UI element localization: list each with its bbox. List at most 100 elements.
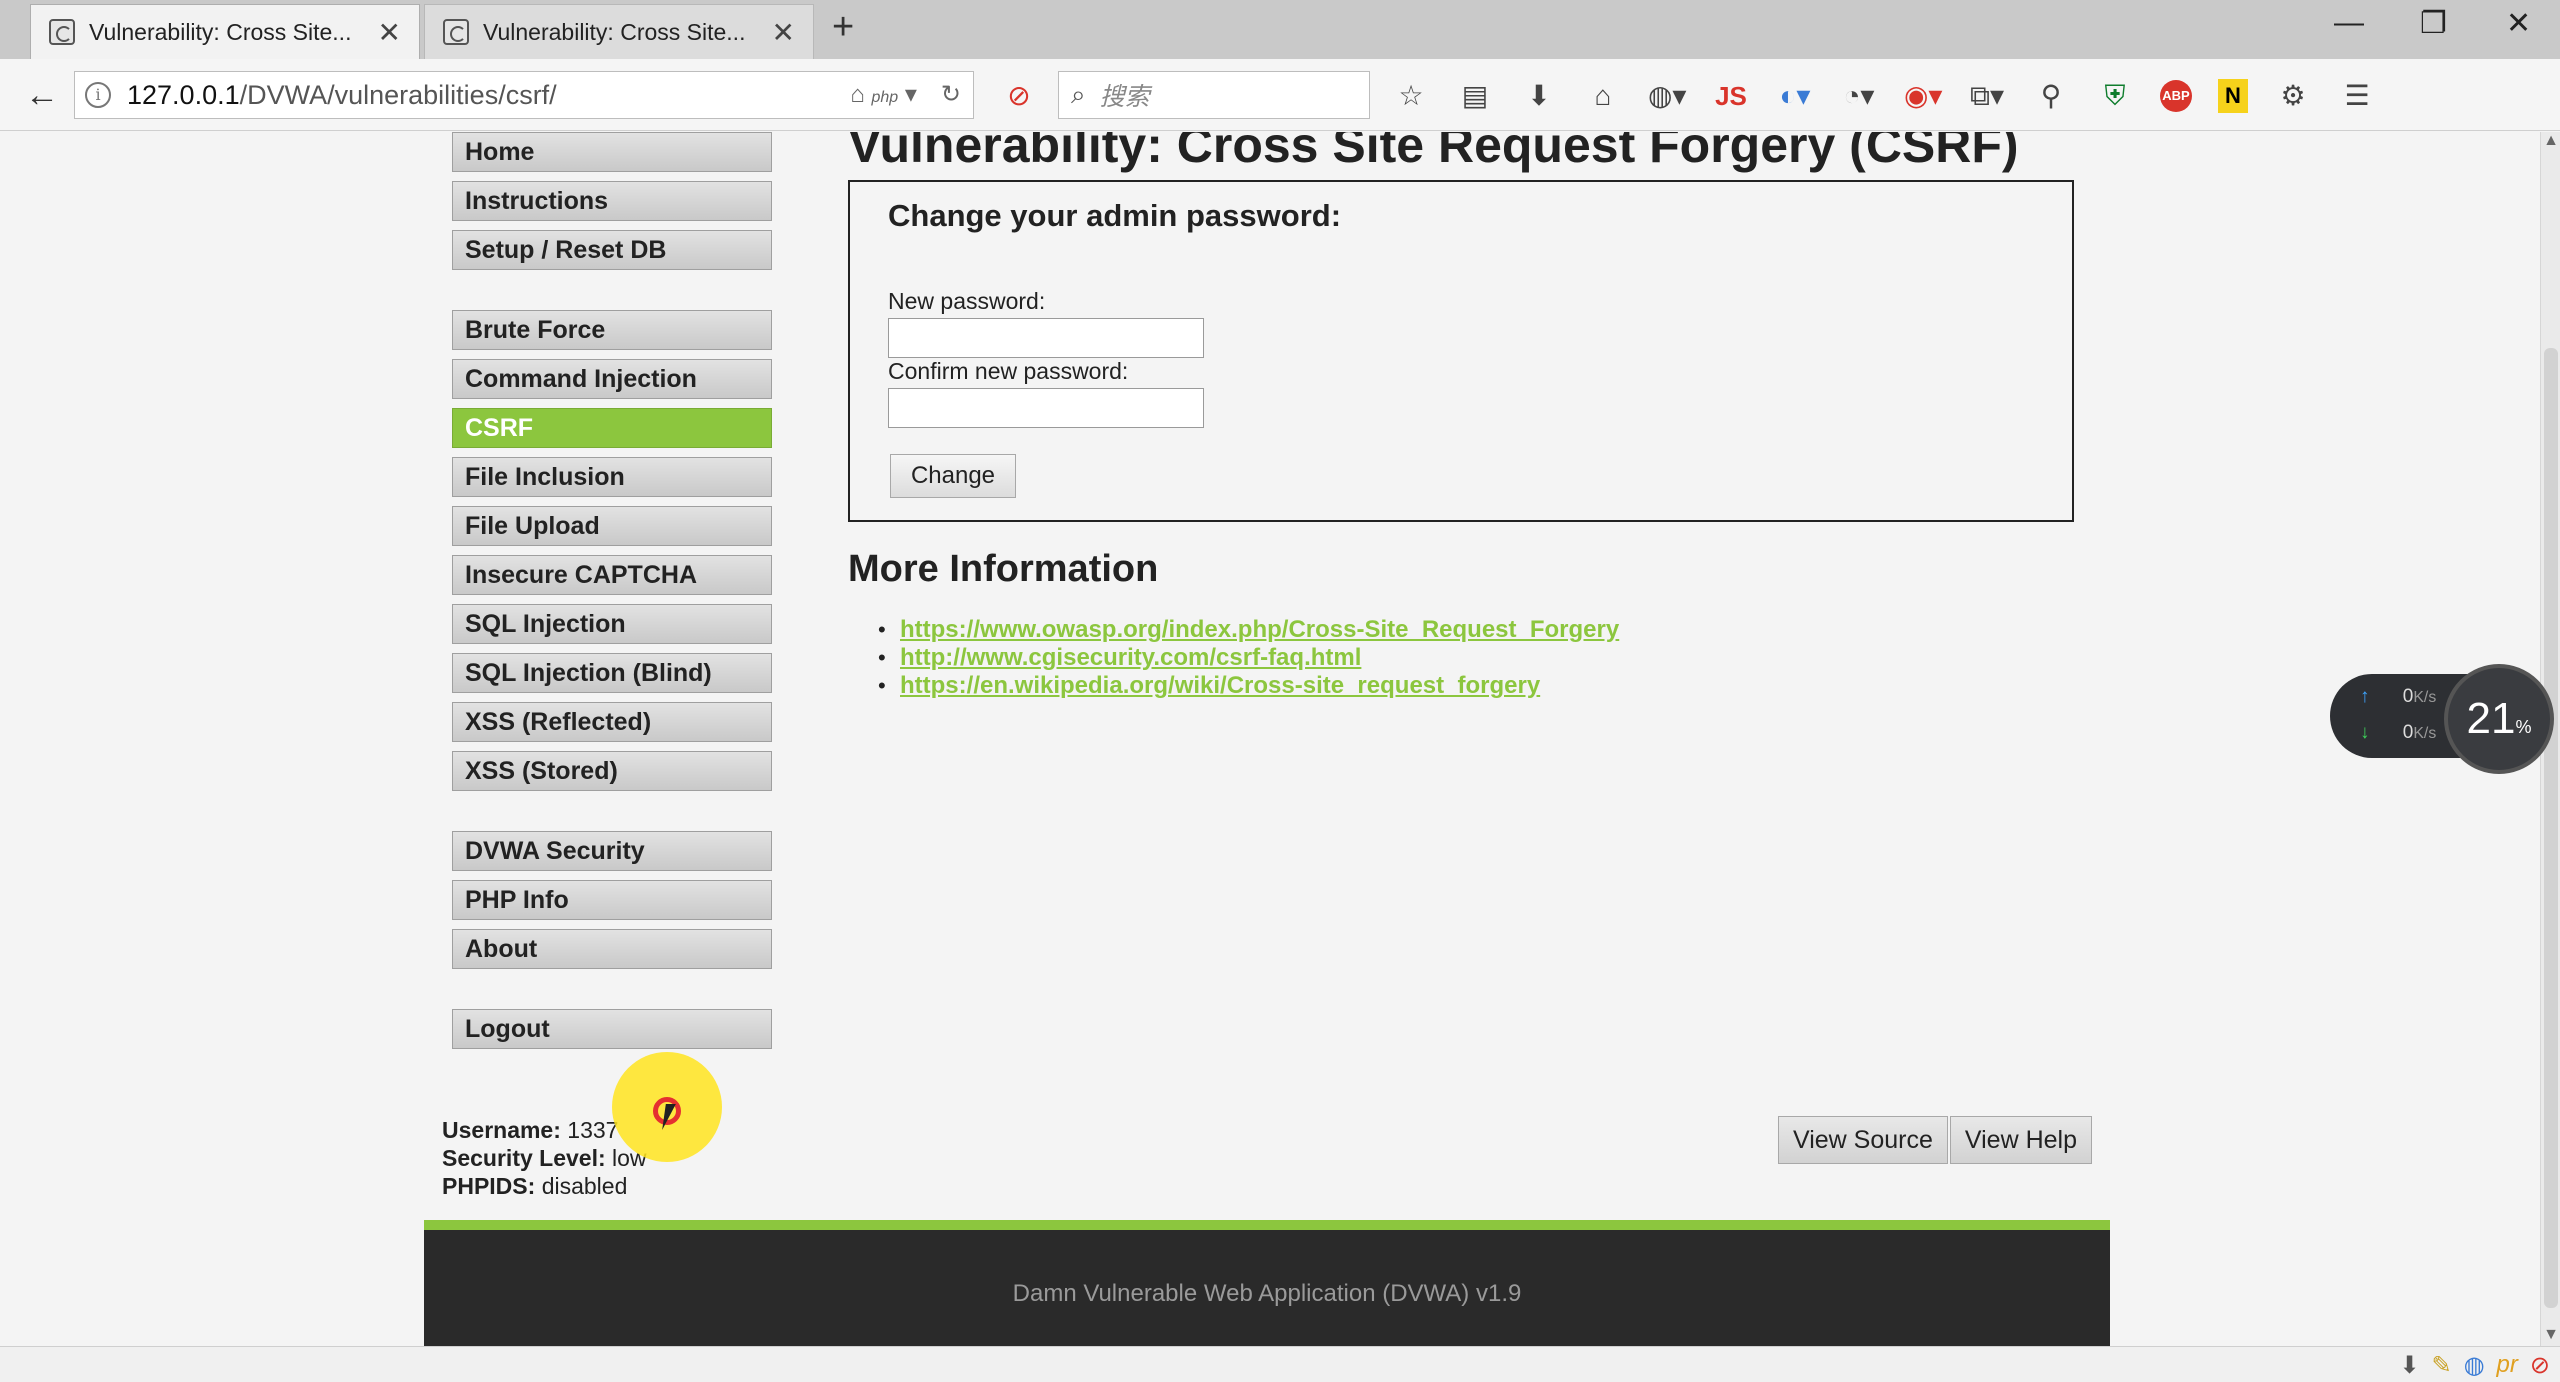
color-icon[interactable]: ◉▾ <box>1904 77 1943 115</box>
download-unit: K/s <box>2413 725 2437 742</box>
more-info-links: https://www.owasp.org/index.php/Cross-Si… <box>878 616 1619 700</box>
new-password-field[interactable] <box>888 318 1204 358</box>
restore-button[interactable]: ❐ <box>2420 6 2447 41</box>
sidebar-item-insecure-captcha[interactable]: Insecure CAPTCHA <box>452 555 772 595</box>
globe-icon[interactable]: ◍▾ <box>1648 77 1687 115</box>
share-icon[interactable]: ⧉▾ <box>1968 77 2006 115</box>
settings-icon[interactable]: ⚙ <box>2274 77 2312 115</box>
owasp-link[interactable]: https://www.owasp.org/index.php/Cross-Si… <box>900 616 1619 643</box>
status-pencil-icon[interactable]: ✎ <box>2431 1351 2451 1380</box>
sidebar-item-xss-stored[interactable]: XSS (Stored) <box>452 751 772 791</box>
home-php-icon[interactable]: ⌂ php ▾ <box>850 80 917 109</box>
sidebar-item-brute-force[interactable]: Brute Force <box>452 310 772 350</box>
tab-close-icon[interactable]: ✕ <box>378 16 401 49</box>
shield-icon[interactable]: ⛨ <box>2096 77 2134 115</box>
tab-title: Vulnerability: Cross Site... <box>89 18 352 45</box>
zoom-icon[interactable]: ⚲ <box>2032 77 2070 115</box>
list-item: http://www.cgisecurity.com/csrf-faq.html <box>878 644 1619 672</box>
menu-icon[interactable]: ☰ <box>2338 77 2376 115</box>
dvwa-favicon-icon <box>443 19 469 45</box>
cgisecurity-link[interactable]: http://www.cgisecurity.com/csrf-faq.html <box>900 644 1361 671</box>
reload-icon[interactable]: ↻ <box>941 80 961 109</box>
n-icon[interactable]: N <box>2218 79 2248 113</box>
network-speed-widget[interactable]: ↑ 0K/s ↓ 0K/s 21% <box>2330 664 2558 774</box>
tab-bar: Vulnerability: Cross Site... ✕ Vulnerabi… <box>0 0 2560 59</box>
form-heading: Change your admin password: <box>888 198 1342 233</box>
back-icon[interactable]: ← <box>20 73 64 117</box>
tab-active[interactable]: Vulnerability: Cross Site... ✕ <box>30 4 420 59</box>
phpids-label: PHPIDS: <box>442 1173 536 1199</box>
translate-icon[interactable]: ◐▾ <box>1776 77 1814 115</box>
usage-percent: 21% <box>2444 664 2554 774</box>
phpids-value: disabled <box>541 1173 628 1199</box>
abp-icon[interactable]: ABP <box>2160 80 2192 112</box>
password-form: Change your admin password: New password… <box>848 180 2074 522</box>
dvwa-favicon-icon <box>49 19 75 45</box>
upload-unit: K/s <box>2413 689 2437 706</box>
search-placeholder: 搜索 <box>1099 83 1150 111</box>
upload-arrow-icon: ↑ <box>2360 686 2370 707</box>
tab-title: Vulnerability: Cross Site... <box>483 18 746 45</box>
footer-text: Damn Vulnerable Web Application (DVWA) v… <box>1012 1280 1522 1307</box>
sidebar-item-instructions[interactable]: Instructions <box>452 181 772 221</box>
sidebar-item-command-injection[interactable]: Command Injection <box>452 359 772 399</box>
upload-speed: 0 <box>2402 686 2414 707</box>
sidebar-item-xss-reflected[interactable]: XSS (Reflected) <box>452 702 772 742</box>
sidebar-item-about[interactable]: About <box>452 929 772 969</box>
search-icon: ⌕ <box>1071 79 1086 109</box>
confirm-password-label: Confirm new password: <box>888 358 1129 384</box>
source-help-buttons: View Source View Help <box>1778 1116 2094 1164</box>
scroll-up-icon[interactable]: ▲ <box>2541 132 2560 152</box>
sidebar-item-file-inclusion[interactable]: File Inclusion <box>452 457 772 497</box>
view-source-button[interactable]: View Source <box>1778 1116 1948 1164</box>
download-arrow-icon: ↓ <box>2360 722 2370 743</box>
status-pr-icon[interactable]: pr <box>2497 1351 2518 1380</box>
bookmark-star-icon[interactable]: ☆ <box>1392 77 1430 115</box>
sidebar-item-sql-injection-blind[interactable]: SQL Injection (Blind) <box>452 653 772 693</box>
url-bar[interactable]: i 127.0.0.1/DVWA/vulnerabilities/csrf/ ⌂… <box>74 71 974 119</box>
download-icon[interactable]: ⬇ <box>1520 77 1558 115</box>
sidebar-item-php-info[interactable]: PHP Info <box>452 880 772 920</box>
home-icon[interactable]: ⌂ <box>1584 77 1622 115</box>
reader-icon[interactable]: ▤ <box>1456 77 1494 115</box>
sidebar-item-sql-injection[interactable]: SQL Injection <box>452 604 772 644</box>
scroll-down-icon[interactable]: ▼ <box>2541 1326 2560 1346</box>
sidebar-item-csrf[interactable]: CSRF <box>452 408 772 448</box>
navigation-bar: ← i 127.0.0.1/DVWA/vulnerabilities/csrf/… <box>0 59 2560 131</box>
minimize-button[interactable]: — <box>2334 6 2364 40</box>
username-label: Username: <box>442 1117 561 1143</box>
more-info-heading: More Information <box>848 548 1159 590</box>
view-help-button[interactable]: View Help <box>1949 1116 2093 1164</box>
js-icon[interactable]: JS <box>1712 77 1750 115</box>
confirm-password-field[interactable] <box>888 388 1204 428</box>
page-title: Vulnerability: Cross Site Request Forger… <box>848 132 2019 173</box>
tab-close-icon[interactable]: ✕ <box>772 16 795 49</box>
url-host: 127.0.0.1 <box>127 79 240 110</box>
new-tab-button[interactable]: + <box>832 6 854 49</box>
info-icon[interactable]: i <box>85 82 111 108</box>
url-path: /DVWA/vulnerabilities/csrf/ <box>239 79 557 110</box>
wikipedia-link[interactable]: https://en.wikipedia.org/wiki/Cross-site… <box>900 672 1540 699</box>
sidebar-item-logout[interactable]: Logout <box>452 1009 772 1049</box>
list-item: https://www.owasp.org/index.php/Cross-Si… <box>878 616 1619 644</box>
noscript-icon[interactable]: ⊘ <box>1000 77 1038 115</box>
toolbar: ☆ ▤ ⬇ ⌂ ◍▾ JS ◐▾ ◔▾ ◉▾ ⧉▾ ⚲ ⛨ ABP N ⚙ ☰ <box>1392 77 2376 115</box>
status-bar: ⬇ ✎ ◍ pr ⊘ <box>0 1346 2560 1382</box>
page-viewport: Home Instructions Setup / Reset DB Brute… <box>0 132 2540 1346</box>
sidebar-item-dvwa-security[interactable]: DVWA Security <box>452 831 772 871</box>
new-password-label: New password: <box>888 288 1046 314</box>
status-globe-icon[interactable]: ◍ <box>2464 1351 2485 1380</box>
search-input[interactable]: ⌕ 搜索 <box>1058 71 1370 119</box>
download-speed: 0 <box>2402 722 2414 743</box>
sidebar-item-home[interactable]: Home <box>452 132 772 172</box>
sidebar-item-setup[interactable]: Setup / Reset DB <box>452 230 772 270</box>
tab-inactive[interactable]: Vulnerability: Cross Site... ✕ <box>424 4 814 59</box>
scroll-thumb[interactable] <box>2544 348 2558 1308</box>
close-window-button[interactable]: ✕ <box>2506 6 2531 41</box>
change-button[interactable]: Change <box>890 454 1016 498</box>
status-download-icon[interactable]: ⬇ <box>2399 1351 2419 1380</box>
sidebar-item-file-upload[interactable]: File Upload <box>452 506 772 546</box>
palette-icon[interactable]: ◔▾ <box>1840 77 1878 115</box>
status-noscript-icon[interactable]: ⊘ <box>2530 1351 2550 1380</box>
dvwa-container: Home Instructions Setup / Reset DB Brute… <box>424 132 2110 1346</box>
